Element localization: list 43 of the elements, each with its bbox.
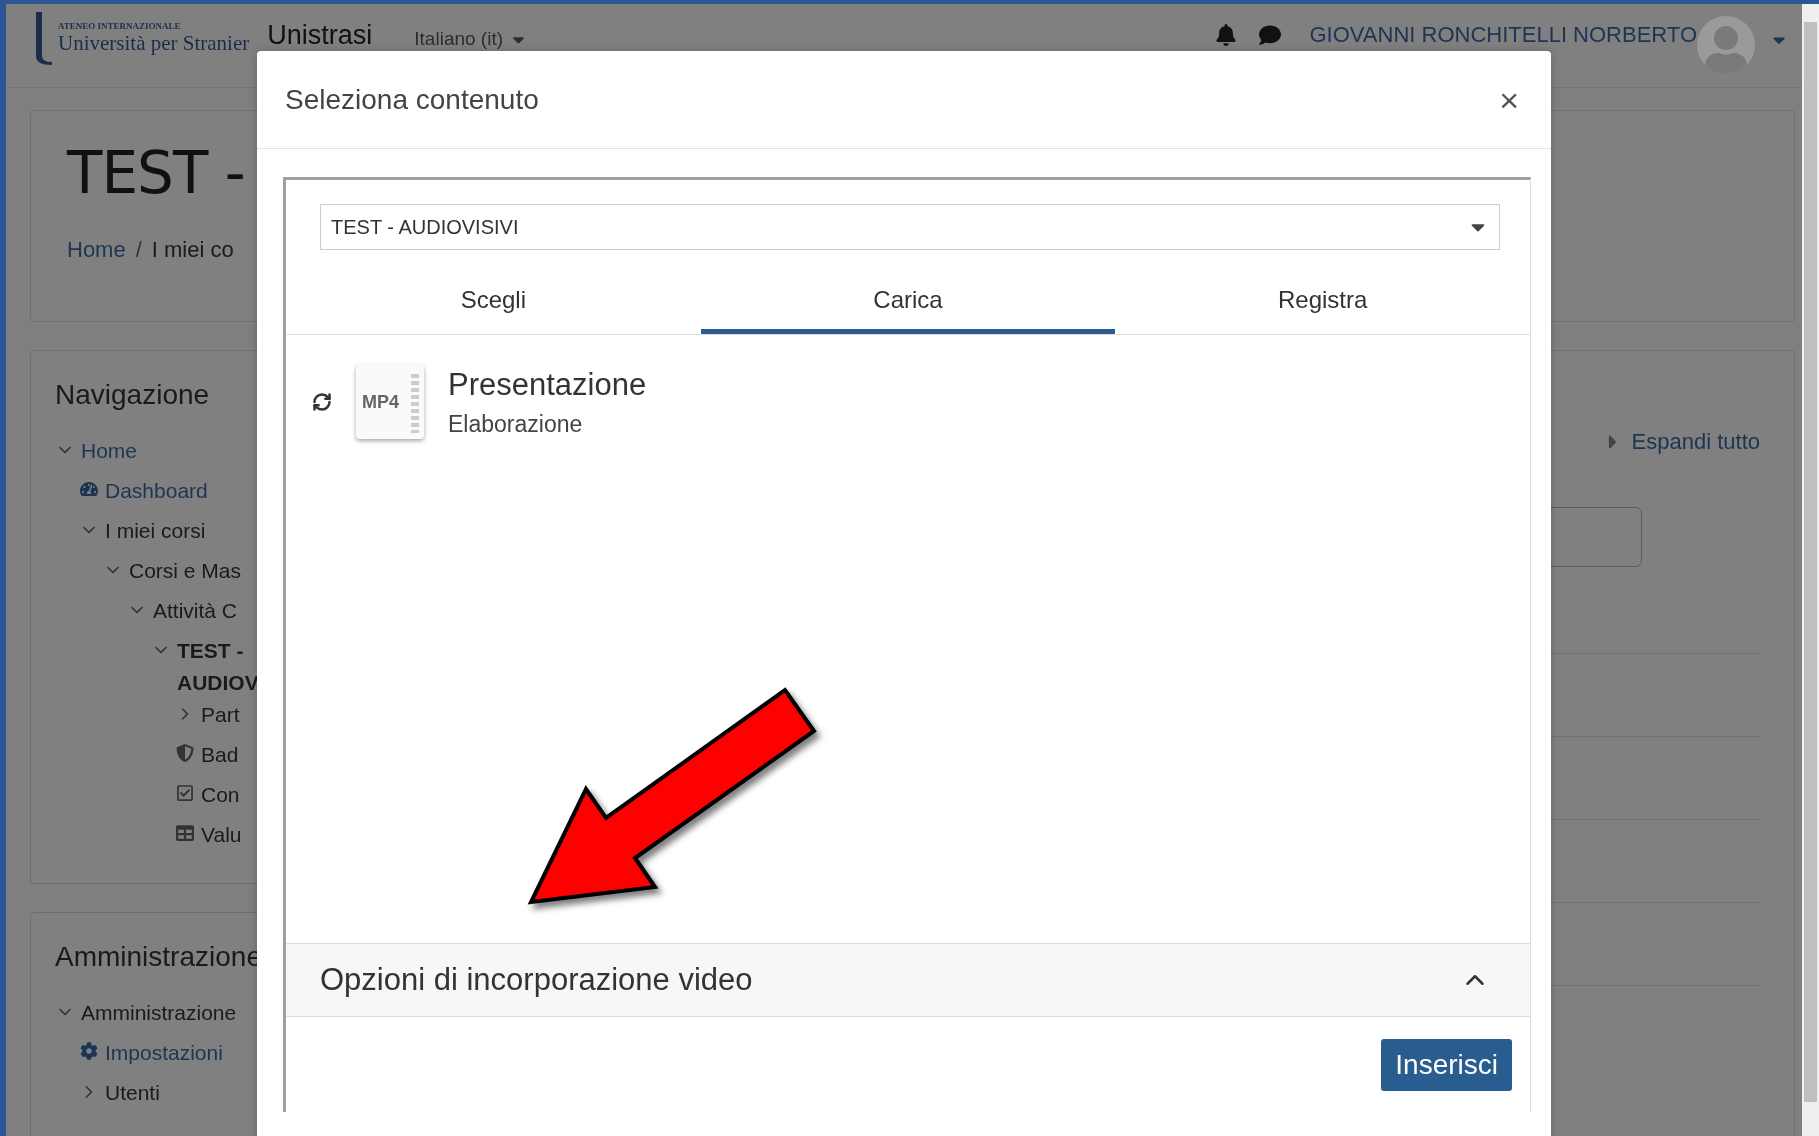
embed-options-header[interactable]: Opzioni di incorporazione video — [286, 943, 1530, 1017]
logo-caption: ATENEO INTERNAZIONALE — [58, 20, 182, 31]
breadcrumb-separator: / — [135, 237, 142, 263]
table-icon[interactable] — [175, 824, 195, 842]
nav-item[interactable]: Attività C — [153, 595, 238, 627]
nav-link[interactable]: Dashboard — [105, 475, 208, 507]
insert-button[interactable]: Inserisci — [1381, 1039, 1512, 1091]
tab[interactable]: Scegli — [286, 270, 701, 334]
bell-icon[interactable] — [1215, 24, 1238, 46]
chat-icon[interactable] — [1259, 24, 1282, 46]
file-status: Elaborazione — [448, 410, 584, 438]
checkbox-icon[interactable] — [175, 784, 195, 802]
logo-name: Università per Stranier — [58, 30, 250, 56]
nav-item[interactable]: Amministrazione — [81, 997, 237, 1029]
video-file-icon: MP4 — [356, 365, 424, 439]
user-name[interactable]: GIOVANNI RONCHITELLI NORBERTO — [1309, 22, 1697, 48]
breadcrumb-link[interactable]: I miei co — [151, 237, 234, 263]
language-menu[interactable]: Italiano (it) — [414, 28, 528, 50]
nav-item[interactable]: Con — [201, 779, 240, 811]
scrollbar[interactable] — [1802, 4, 1819, 1136]
file-name: Presentazione — [448, 366, 647, 403]
gauge-icon[interactable] — [79, 480, 99, 498]
breadcrumb-link[interactable]: Home — [67, 237, 126, 263]
nav-item[interactable]: Valu — [201, 819, 242, 851]
dialog-title: Seleziona contenuto — [285, 83, 539, 116]
nav-item[interactable]: Part — [201, 699, 240, 731]
nav-item[interactable]: Corsi e Mas — [129, 555, 242, 587]
shield-icon[interactable] — [175, 744, 195, 762]
nav-link[interactable]: Home — [81, 435, 138, 467]
page-title: TEST - — [67, 139, 246, 207]
nav-item[interactable]: I miei corsi — [105, 515, 206, 547]
close-button[interactable]: × — [1495, 82, 1523, 117]
card-title: Amministrazione — [55, 941, 263, 973]
tab[interactable]: Registra — [1115, 270, 1530, 334]
card-title: Navigazione — [55, 379, 211, 411]
nav-item[interactable]: Utenti — [105, 1077, 160, 1109]
site-name[interactable]: Unistrasi — [267, 20, 373, 51]
course-select[interactable]: TEST - AUDIOVISIVI — [320, 204, 1500, 250]
nav-item[interactable]: Bad — [201, 739, 239, 771]
tab[interactable]: Carica — [700, 270, 1116, 334]
settings-icon[interactable] — [79, 1042, 99, 1060]
expand-all-link[interactable]: Espandi tutto — [1601, 429, 1760, 455]
nav-link[interactable]: Impostazioni — [105, 1037, 223, 1069]
